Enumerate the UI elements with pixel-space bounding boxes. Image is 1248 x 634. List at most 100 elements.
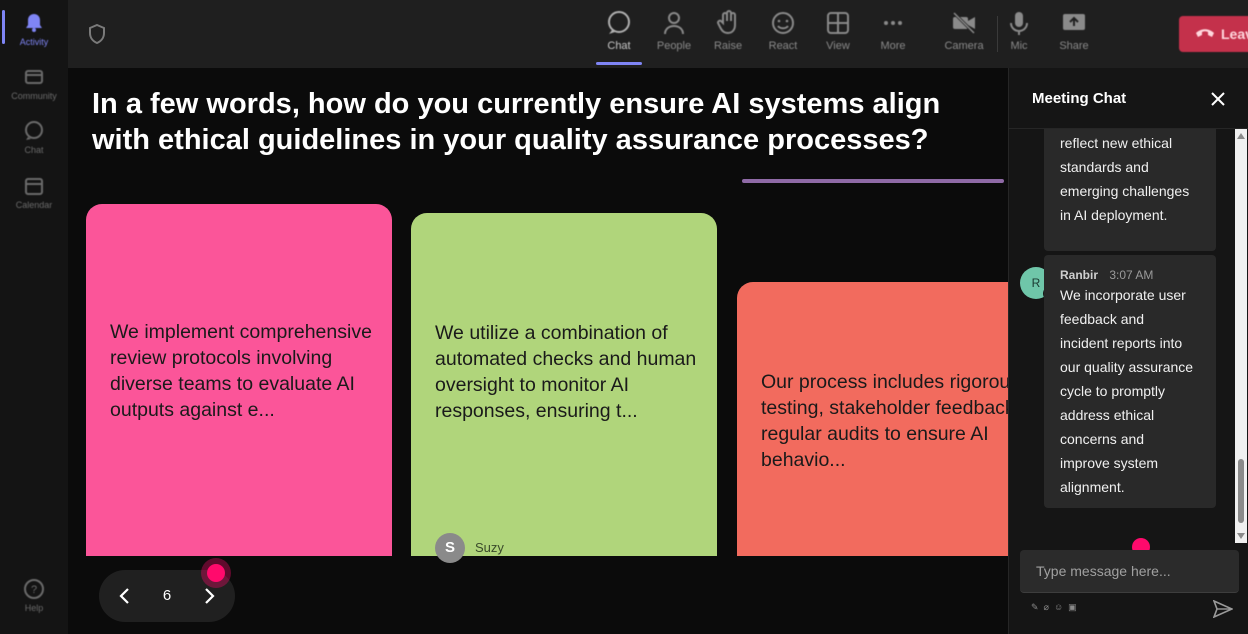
people-button[interactable]: People: [648, 10, 700, 52]
question-title: In a few words, how do you currently ens…: [92, 88, 941, 156]
chat-icon: [608, 11, 630, 34]
mic-icon: [1010, 12, 1028, 35]
scroll-down-arrow-icon[interactable]: [1237, 533, 1245, 539]
more-icon: [884, 21, 902, 25]
rail-item-chat[interactable]: Chat: [0, 120, 68, 155]
rail-item-activity[interactable]: Activity: [0, 12, 68, 47]
message-line: address ethical: [1060, 407, 1155, 423]
message-line: emerging challenges: [1060, 183, 1190, 199]
share-screen-icon: [1063, 14, 1085, 30]
chat-active-underline: [596, 62, 642, 65]
message-author: Ranbir: [1060, 268, 1099, 282]
camera-button[interactable]: Camera: [938, 10, 990, 52]
scroll-up-arrow-icon[interactable]: [1237, 133, 1245, 139]
message-line: cycle to promptly: [1060, 383, 1166, 399]
response-text: We implement comprehensive review protoc…: [110, 321, 372, 421]
message-line: incident reports into: [1060, 335, 1183, 351]
rail-label: Activity: [19, 37, 49, 47]
community-icon: [25, 70, 43, 84]
help-icon: ?: [24, 579, 44, 599]
mic-button[interactable]: Mic: [993, 10, 1045, 52]
message-meta: Ranbir 3:07 AM: [1044, 255, 1216, 283]
response-text: Our process includes rigorous testing, s…: [761, 371, 1008, 471]
chat-header: Meeting Chat: [1009, 68, 1248, 129]
react-button[interactable]: React: [757, 10, 809, 52]
chat-message: Ranbir 3:07 AM We incorporate user feedb…: [1044, 255, 1216, 508]
page-number: 6: [162, 587, 172, 604]
format-icon[interactable]: ✎: [1031, 602, 1039, 613]
more-button[interactable]: More: [867, 10, 919, 52]
message-line: in AI deployment.: [1060, 207, 1168, 223]
close-icon[interactable]: [1209, 90, 1227, 108]
shield-icon[interactable]: [88, 24, 106, 44]
gif-icon[interactable]: ▣: [1068, 602, 1077, 613]
chat-label: Chat: [607, 40, 631, 52]
leave-button[interactable]: Leave: [1179, 16, 1248, 52]
avatar: S: [435, 533, 465, 563]
send-icon[interactable]: [1213, 600, 1233, 618]
response-text: We utilize a combination of automated ch…: [435, 322, 697, 422]
rail-item-calendar[interactable]: Calendar: [0, 175, 68, 210]
message-line: improve system: [1060, 455, 1159, 471]
chat-button[interactable]: Chat: [593, 10, 645, 52]
message-list[interactable]: reflect new ethical standards and emergi…: [1009, 129, 1235, 543]
emoji-icon[interactable]: ☺: [1054, 602, 1063, 613]
raise-hand-icon: [717, 10, 736, 35]
people-icon: [664, 12, 684, 35]
react-label: React: [768, 40, 798, 52]
rail-label: Community: [11, 91, 57, 101]
cursor-dot: [207, 564, 225, 582]
message-input[interactable]: [1020, 550, 1239, 592]
response-card[interactable]: We implement comprehensive review protoc…: [86, 204, 392, 556]
bell-icon: [26, 14, 42, 32]
rail-label: Help: [24, 603, 44, 613]
meeting-toolbar: Chat People Raise React View More Camera…: [68, 0, 1248, 68]
meeting-chat-panel: Meeting Chat reflect new ethical standar…: [1008, 68, 1248, 634]
raise-label: Raise: [713, 40, 743, 52]
message-line: our quality assurance: [1060, 359, 1194, 375]
scrollbar-thumb[interactable]: [1238, 459, 1244, 523]
calendar-icon: [25, 178, 43, 195]
rail-item-help[interactable]: ? Help: [0, 578, 68, 613]
message-line: feedback and: [1060, 311, 1145, 327]
message-time: 3:07 AM: [1109, 268, 1154, 282]
raise-hand-button[interactable]: Raise: [702, 10, 754, 52]
share-button[interactable]: Share: [1048, 10, 1100, 52]
message-line: standards and: [1060, 159, 1149, 175]
grid-view-icon: [827, 12, 849, 34]
chat-message: reflect new ethical standards and emergi…: [1044, 129, 1216, 251]
partial-card-edge: [742, 179, 1004, 183]
mic-label: Mic: [1010, 40, 1028, 52]
attach-icon[interactable]: ⌀: [1044, 602, 1049, 613]
leave-label: Leave: [1221, 26, 1248, 42]
chat-scrollbar[interactable]: [1235, 129, 1247, 543]
presentation-stage: In a few words, how do you currently ens…: [68, 68, 1008, 634]
chevron-left-icon[interactable]: [113, 584, 137, 608]
emoji-icon: [772, 12, 794, 34]
rail-item-community[interactable]: Community: [0, 66, 68, 101]
message-line: alignment.: [1060, 479, 1125, 495]
author-name: Suzy: [475, 540, 504, 555]
camera-label: Camera: [944, 40, 984, 52]
hang-up-icon: [1196, 29, 1214, 37]
share-label: Share: [1059, 40, 1089, 52]
view-label: View: [826, 40, 850, 52]
more-label: More: [880, 40, 906, 52]
message-line: We incorporate user: [1060, 287, 1186, 303]
message-line: reflect new ethical: [1060, 135, 1173, 151]
message-compose-box[interactable]: [1020, 550, 1239, 593]
response-card[interactable]: We utilize a combination of automated ch…: [411, 213, 717, 563]
view-button[interactable]: View: [812, 10, 864, 52]
chat-title: Meeting Chat: [1032, 90, 1127, 107]
response-card[interactable]: Our process includes rigorous testing, s…: [737, 282, 1008, 556]
camera-off-icon: [952, 11, 976, 35]
app-rail: Activity Community Chat Calendar ? Help: [0, 0, 69, 634]
compose-toolbar: ✎ ⌀ ☺ ▣: [1031, 602, 1077, 613]
svg-text:?: ?: [31, 584, 37, 596]
people-label: People: [656, 40, 692, 52]
rail-label: Calendar: [15, 200, 53, 210]
rail-label: Chat: [24, 145, 44, 155]
chat-icon: [25, 121, 43, 140]
message-line: concerns and: [1060, 431, 1145, 447]
card-author: S Suzy: [435, 533, 504, 563]
